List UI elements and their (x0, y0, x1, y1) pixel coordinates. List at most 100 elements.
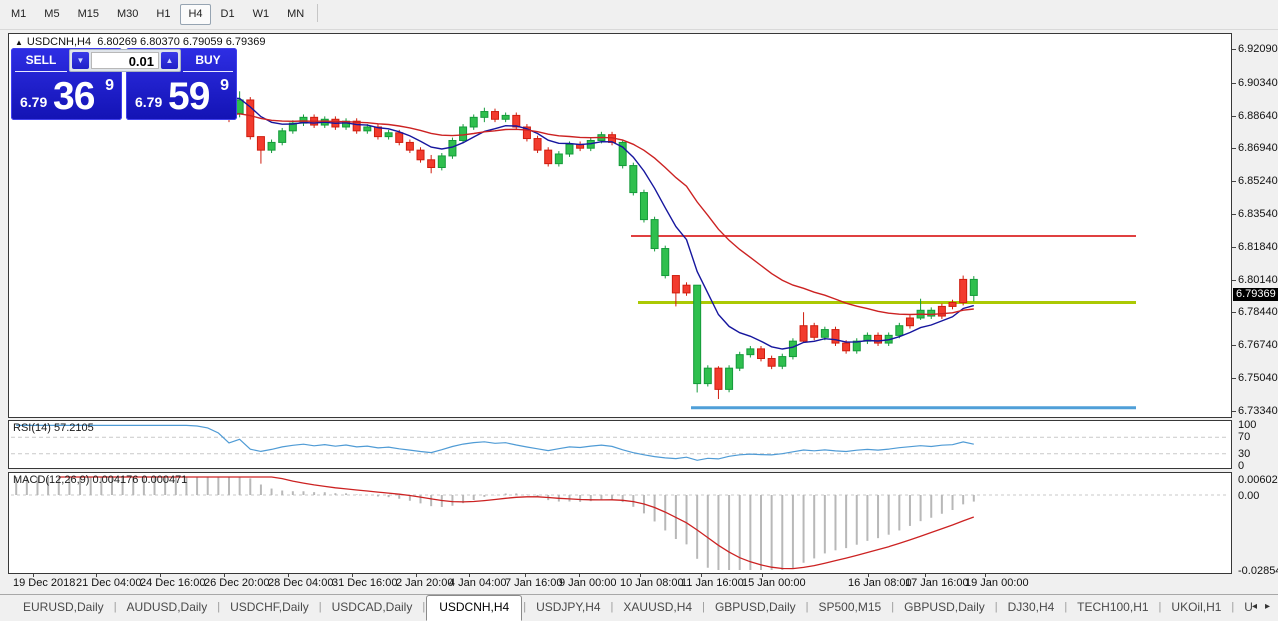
buy-price-prefix: 6.79 (135, 94, 162, 110)
chart-tab-tech100-h1[interactable]: TECH100,H1 (1068, 595, 1157, 620)
candle-body (502, 115, 509, 119)
timeframe-button-m1[interactable]: M1 (3, 4, 34, 25)
buy-price[interactable]: 6.79 59 9 (126, 72, 237, 120)
chart-tab-usdcad-daily[interactable]: USDCAD,Daily (323, 595, 422, 620)
candle-body (396, 133, 403, 143)
price-axis-label: 6.75040 (1238, 372, 1278, 384)
rsi-line (16, 425, 974, 460)
price-axis-label: 6.85240 (1238, 175, 1278, 187)
tab-separator: | (806, 601, 809, 613)
candle-body (928, 310, 935, 316)
candle-body (279, 131, 286, 143)
candle-body (630, 166, 637, 193)
candle-body (736, 355, 743, 369)
ma-slow-line (229, 114, 974, 315)
candle-body (843, 343, 850, 351)
timeframe-button-m30[interactable]: M30 (109, 4, 146, 25)
rsi-plot (9, 421, 1231, 468)
sell-button[interactable]: SELL (15, 50, 67, 72)
time-axis-label: 7 Jan 16:00 (505, 577, 563, 589)
timeframe-button-h1[interactable]: H1 (148, 4, 178, 25)
candle-body (268, 142, 275, 150)
tab-separator: | (702, 601, 705, 613)
time-axis-label: 2 Jan 20:00 (396, 577, 454, 589)
time-axis-label: 9 Jan 00:00 (559, 577, 617, 589)
time-axis-label: 16 Jan 08:00 (848, 577, 912, 589)
tab-separator: | (891, 601, 894, 613)
chart-tab-audusd-daily[interactable]: AUDUSD,Daily (118, 595, 217, 620)
tab-separator: | (995, 601, 998, 613)
tab-separator: | (1159, 601, 1162, 613)
price-tick-mark (1232, 247, 1236, 248)
timeframe-button-d1[interactable]: D1 (213, 4, 243, 25)
candle-body (385, 133, 392, 137)
rsi-value: 57.2105 (54, 422, 94, 434)
candle-body (438, 156, 445, 168)
main-chart-pane[interactable]: ▲USDCNH,H4 6.80269 6.80370 6.79059 6.793… (8, 33, 1232, 418)
price-tick-mark (1232, 49, 1236, 50)
price-axis-label: 6.76740 (1238, 339, 1278, 351)
timeframe-button-mn[interactable]: MN (279, 4, 312, 25)
chart-tab-gbpusd-daily[interactable]: GBPUSD,Daily (706, 595, 805, 620)
tab-scroll-right-icon[interactable]: ▸ (1265, 601, 1270, 612)
candle-body (906, 318, 913, 326)
chart-tab-ukoil-h1[interactable]: UKOil,H1 (1162, 595, 1230, 620)
time-axis[interactable]: 19 Dec 201821 Dec 04:0024 Dec 16:0026 De… (8, 574, 1232, 593)
rsi-axis-label: 30 (1238, 448, 1250, 460)
price-tick-mark (1232, 411, 1236, 412)
sell-price[interactable]: 6.79 36 9 (11, 72, 122, 120)
volume-decrease-button[interactable]: ▼ (72, 52, 89, 69)
volume-increase-button[interactable]: ▲ (161, 52, 178, 69)
chart-tab-eurusd-daily[interactable]: EURUSD,Daily (14, 595, 113, 620)
collapse-icon[interactable]: ▲ (15, 38, 23, 47)
chart-tab-usdcnh-h4[interactable]: USDCNH,H4 (426, 595, 522, 621)
timeframe-button-h4[interactable]: H4 (180, 4, 210, 25)
candle-body (758, 349, 765, 359)
candle-body (651, 220, 658, 249)
candle-body (460, 127, 467, 141)
tab-separator: | (1064, 601, 1067, 613)
candle-body (832, 330, 839, 344)
chart-tab-xauusd-h4[interactable]: XAUUSD,H4 (614, 595, 701, 620)
time-axis-label: 19 Dec 2018 (13, 577, 75, 589)
time-axis-label: 17 Jan 16:00 (905, 577, 969, 589)
chart-tab-usdchf-daily[interactable]: USDCHF,Daily (221, 595, 318, 620)
candle-body (492, 112, 499, 120)
candle-body (683, 285, 690, 293)
chart-tab-usdjpy-h4[interactable]: USDJPY,H4 (527, 595, 609, 620)
chart-tab-gbpusd-daily[interactable]: GBPUSD,Daily (895, 595, 994, 620)
timeframe-button-w1[interactable]: W1 (245, 4, 278, 25)
price-axis-label: 6.86940 (1238, 142, 1278, 154)
price-axis-label: 6.83540 (1238, 208, 1278, 220)
candle-body (236, 100, 243, 114)
price-axis[interactable]: 6.920906.903406.886406.869406.852406.835… (1232, 33, 1278, 574)
tab-separator: | (114, 601, 117, 613)
price-tick-mark (1232, 280, 1236, 281)
chart-tab-dj30-h4[interactable]: DJ30,H4 (999, 595, 1064, 620)
timeframe-button-m15[interactable]: M15 (70, 4, 107, 25)
time-axis-label: 28 Dec 04:00 (268, 577, 333, 589)
candle-body (960, 279, 967, 302)
tab-scroll-left-icon[interactable]: ◂ (1252, 601, 1257, 612)
timeframe-button-m5[interactable]: M5 (36, 4, 67, 25)
candle-body (800, 326, 807, 341)
candle-body (768, 359, 775, 367)
candle-body (726, 368, 733, 389)
volume-input[interactable]: 0.01 (91, 52, 159, 69)
candle-body (789, 341, 796, 356)
price-tick-mark (1232, 378, 1236, 379)
candle-body (949, 303, 956, 307)
tab-separator: | (217, 601, 220, 613)
chart-tab-sp500-m15[interactable]: SP500,M15 (810, 595, 891, 620)
time-axis-label: 11 Jan 16:00 (681, 577, 744, 589)
buy-button[interactable]: BUY (183, 50, 233, 72)
time-axis-label: 21 Dec 04:00 (76, 577, 141, 589)
tab-separator: | (319, 601, 322, 613)
candle-body (875, 335, 882, 343)
candle-body (545, 150, 552, 164)
timeframe-toolbar: M1M5M15M30H1H4D1W1MN (0, 0, 1278, 30)
time-axis-label: 19 Jan 00:00 (965, 577, 1029, 589)
price-tick-mark (1232, 116, 1236, 117)
rsi-label: RSI(14) 57.2105 (13, 422, 94, 434)
candle-body (970, 279, 977, 295)
